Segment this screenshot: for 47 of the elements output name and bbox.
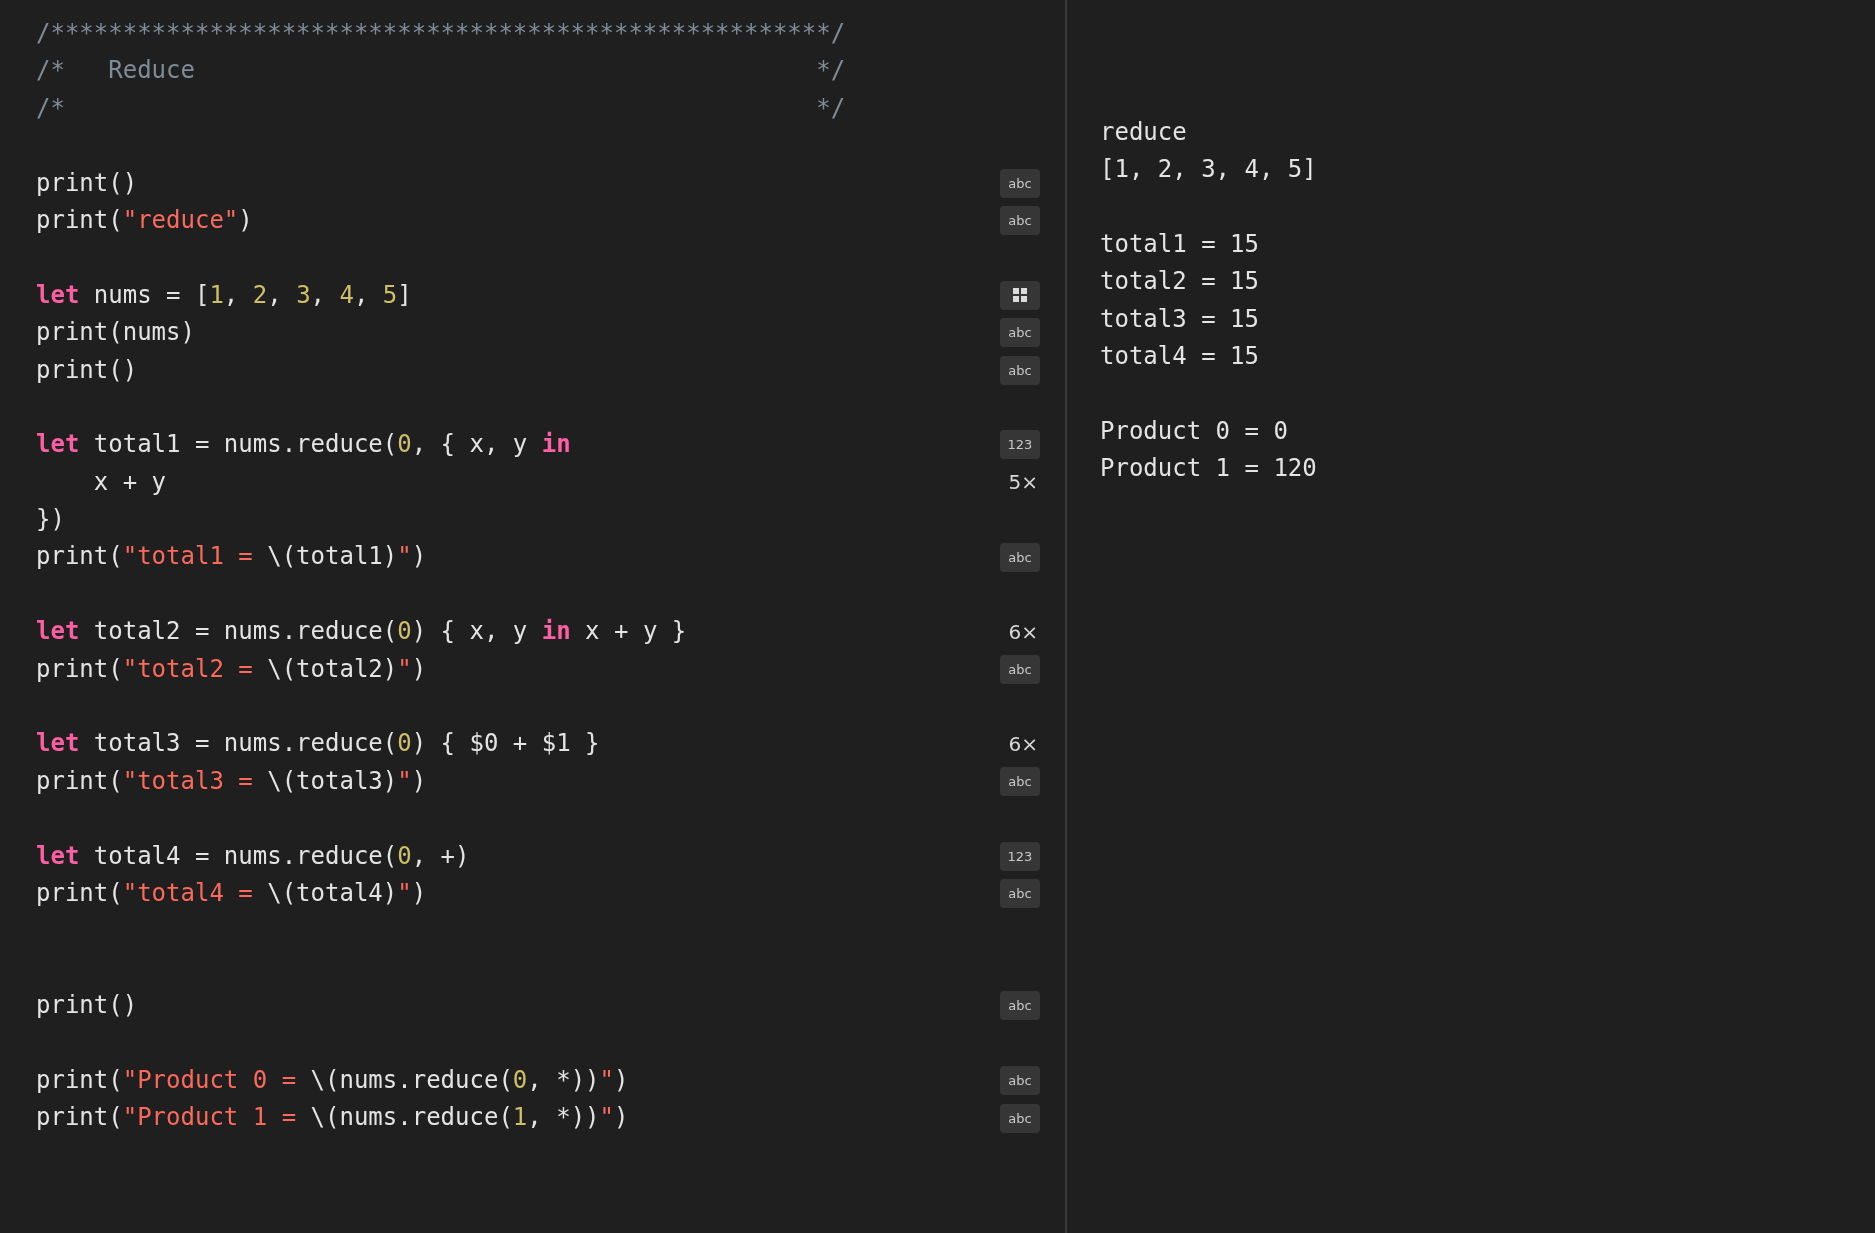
execution-count[interactable]: 6× <box>1008 619 1040 644</box>
output-line: total4 = 15 <box>1100 342 1259 371</box>
code-line: /******************************************************/ <box>36 18 846 49</box>
result-button[interactable]: abc <box>1000 991 1040 1021</box>
execution-count[interactable]: 6× <box>1008 732 1040 757</box>
code-line: /* Reduce */ <box>36 55 846 87</box>
output-line: Product 1 = 120 <box>1100 454 1317 483</box>
code-line: print("total4 = \(total4)") <box>36 878 427 909</box>
result-button[interactable]: 123 <box>1000 430 1040 460</box>
code-line: }) <box>36 504 65 536</box>
code-line: /* */ <box>36 92 846 124</box>
output-line: total1 = 15 <box>1100 229 1259 258</box>
output-line: [1, 2, 3, 4, 5] <box>1100 155 1317 184</box>
code-line: print("total3 = \(total3)") <box>36 765 427 797</box>
output-line: reduce <box>1100 117 1187 146</box>
code-line: print("total2 = \(total2)") <box>36 653 427 685</box>
result-button[interactable] <box>1000 280 1040 310</box>
code-line: let total4 = nums.reduce(0, +) <box>36 840 470 872</box>
output-line: Product 0 = 0 <box>1100 416 1288 445</box>
result-button[interactable]: abc <box>1000 1066 1040 1096</box>
code-line: let nums = [1, 2, 3, 4, 5] <box>36 279 412 311</box>
code-line: print(nums) <box>36 317 195 349</box>
result-button[interactable]: 123 <box>1000 841 1040 871</box>
result-button[interactable]: abc <box>1000 168 1040 198</box>
result-button[interactable]: abc <box>1000 542 1040 572</box>
code-line: print("Product 1 = \(nums.reduce(1, *))") <box>36 1102 629 1134</box>
code-line: print("reduce") <box>36 204 253 236</box>
code-line: let total1 = nums.reduce(0, { x, y in <box>36 429 571 461</box>
result-button[interactable]: abc <box>1000 355 1040 385</box>
code-line: let total2 = nums.reduce(0) { x, y in x + y } <box>36 616 687 648</box>
output-line: total3 = 15 <box>1100 304 1259 333</box>
result-button[interactable]: abc <box>1000 206 1040 236</box>
code-line: print("total1 = \(total1)") <box>36 541 427 573</box>
output-line: total2 = 15 <box>1100 267 1259 296</box>
result-button[interactable]: abc <box>1000 767 1040 796</box>
code-line: print() <box>36 167 138 199</box>
execution-count[interactable]: 5× <box>1008 470 1040 495</box>
result-button[interactable]: abc <box>1000 318 1040 348</box>
grid-icon <box>1013 288 1027 303</box>
code-line: let total3 = nums.reduce(0) { $0 + $1 } <box>36 728 600 760</box>
result-button[interactable]: abc <box>1000 1103 1040 1133</box>
result-button[interactable]: abc <box>1000 654 1040 684</box>
code-line: print("Product 0 = \(nums.reduce(0, *))") <box>36 1064 629 1096</box>
code-line: print() <box>36 354 138 386</box>
result-button[interactable]: abc <box>1000 879 1040 909</box>
code-line: print() <box>36 990 138 1022</box>
code-line: x + y <box>92 466 167 498</box>
